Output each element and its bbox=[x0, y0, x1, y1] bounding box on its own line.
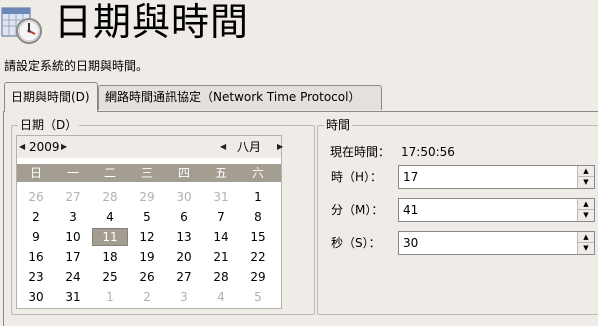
weekday-label: 六 bbox=[251, 166, 264, 180]
second-spinbox: ▲ ▼ bbox=[398, 231, 595, 255]
second-label: 秒（S）： bbox=[331, 236, 381, 250]
calendar-day-other-month[interactable]: 2 bbox=[129, 288, 165, 306]
calendar-nav: ◀ 2009 ▶ ◀ 八月 ▶ bbox=[17, 136, 283, 158]
weekday-label: 二 bbox=[103, 166, 116, 180]
second-input[interactable] bbox=[401, 234, 575, 252]
calendar-day-other-month[interactable]: 26 bbox=[18, 188, 54, 206]
calendar-day[interactable]: 27 bbox=[166, 268, 202, 286]
calendar-day[interactable]: 15 bbox=[240, 228, 276, 246]
minute-spinbox: ▲ ▼ bbox=[398, 198, 595, 222]
date-group-label: 日期（D） bbox=[18, 117, 80, 133]
calendar-day[interactable]: 16 bbox=[18, 248, 54, 266]
calendar-year: 2009 bbox=[29, 140, 60, 154]
calendar-day[interactable]: 14 bbox=[203, 228, 239, 246]
calendar-day[interactable]: 12 bbox=[129, 228, 165, 246]
time-group-label: 時間 bbox=[324, 117, 353, 133]
weekday-label: 四 bbox=[177, 166, 190, 180]
calendar-day[interactable]: 17 bbox=[55, 248, 91, 266]
calendar-day[interactable]: 1 bbox=[240, 188, 276, 206]
calendar-day[interactable]: 20 bbox=[166, 248, 202, 266]
minute-label: 分（M）： bbox=[331, 203, 384, 217]
weekday-label: 五 bbox=[214, 166, 227, 180]
calendar-day-other-month[interactable]: 29 bbox=[129, 188, 165, 206]
minute-input[interactable] bbox=[401, 201, 575, 219]
calendar-day[interactable]: 19 bbox=[129, 248, 165, 266]
weekday-header: 日 一 二 三 四 五 六 bbox=[17, 164, 281, 182]
hour-spinbox: ▲ ▼ bbox=[398, 165, 595, 189]
calendar-day-other-month[interactable]: 28 bbox=[92, 188, 128, 206]
calendar-day[interactable]: 5 bbox=[129, 208, 165, 226]
page-title: 日期與時間 bbox=[54, 0, 250, 44]
calendar-day[interactable]: 26 bbox=[129, 268, 165, 286]
weekday-label: 一 bbox=[66, 166, 79, 180]
calendar-day[interactable]: 13 bbox=[166, 228, 202, 246]
weekday-label: 日 bbox=[29, 166, 42, 180]
second-decrement-icon[interactable]: ▼ bbox=[578, 243, 594, 254]
hour-spin-buttons: ▲ ▼ bbox=[577, 166, 594, 188]
calendar-day[interactable]: 22 bbox=[240, 248, 276, 266]
prev-month-icon[interactable]: ◀ bbox=[220, 136, 226, 158]
calendar-day-other-month[interactable]: 5 bbox=[240, 288, 276, 306]
calendar-day[interactable]: 2 bbox=[18, 208, 54, 226]
tab-network-time-protocol[interactable]: 網路時間通訊協定（Network Time Protocol） bbox=[98, 85, 382, 110]
calendar-day[interactable]: 25 bbox=[92, 268, 128, 286]
second-increment-icon[interactable]: ▲ bbox=[578, 232, 594, 243]
calendar-clock-icon bbox=[0, 2, 44, 46]
calendar-day[interactable]: 11 bbox=[92, 228, 128, 246]
calendar-day-other-month[interactable]: 30 bbox=[166, 188, 202, 206]
calendar-day[interactable]: 29 bbox=[240, 268, 276, 286]
calendar-day[interactable]: 31 bbox=[55, 288, 91, 306]
calendar-month: 八月 bbox=[237, 140, 262, 154]
calendar-day[interactable]: 7 bbox=[203, 208, 239, 226]
calendar: ◀ 2009 ▶ ◀ 八月 ▶ 日 一 二 三 四 五 六 26 27 28 29 30… bbox=[16, 135, 283, 309]
tab-date-time[interactable]: 日期與時間(D) bbox=[4, 82, 98, 112]
calendar-day[interactable]: 3 bbox=[55, 208, 91, 226]
hour-increment-icon[interactable]: ▲ bbox=[578, 166, 594, 177]
calendar-day[interactable]: 4 bbox=[92, 208, 128, 226]
minute-increment-icon[interactable]: ▲ bbox=[578, 199, 594, 210]
calendar-day[interactable]: 30 bbox=[18, 288, 54, 306]
weekday-label: 三 bbox=[140, 166, 153, 180]
calendar-day[interactable]: 24 bbox=[55, 268, 91, 286]
calendar-day[interactable]: 8 bbox=[240, 208, 276, 226]
second-spin-buttons: ▲ ▼ bbox=[577, 232, 594, 254]
page-subtitle: 請設定系統的日期與時間。 bbox=[4, 59, 149, 73]
current-time-value: 17:50:56 bbox=[401, 145, 455, 159]
hour-label: 時（H）： bbox=[331, 170, 383, 184]
calendar-day-other-month[interactable]: 3 bbox=[166, 288, 202, 306]
calendar-day[interactable]: 18 bbox=[92, 248, 128, 266]
calendar-day-other-month[interactable]: 31 bbox=[203, 188, 239, 206]
hour-decrement-icon[interactable]: ▼ bbox=[578, 177, 594, 188]
calendar-day[interactable]: 21 bbox=[203, 248, 239, 266]
next-year-icon[interactable]: ▶ bbox=[61, 136, 67, 158]
calendar-day[interactable]: 6 bbox=[166, 208, 202, 226]
calendar-day-other-month[interactable]: 27 bbox=[55, 188, 91, 206]
prev-year-icon[interactable]: ◀ bbox=[19, 136, 25, 158]
calendar-day-other-month[interactable]: 4 bbox=[203, 288, 239, 306]
calendar-day[interactable]: 28 bbox=[203, 268, 239, 286]
next-month-icon[interactable]: ▶ bbox=[277, 136, 283, 158]
current-time-label: 現在時間： bbox=[330, 145, 391, 159]
minute-decrement-icon[interactable]: ▼ bbox=[578, 210, 594, 221]
hour-input[interactable] bbox=[401, 168, 575, 186]
minute-spin-buttons: ▲ ▼ bbox=[577, 199, 594, 221]
calendar-day[interactable]: 9 bbox=[18, 228, 54, 246]
calendar-day[interactable]: 23 bbox=[18, 268, 54, 286]
calendar-day[interactable]: 10 bbox=[55, 228, 91, 246]
calendar-day-other-month[interactable]: 1 bbox=[92, 288, 128, 306]
